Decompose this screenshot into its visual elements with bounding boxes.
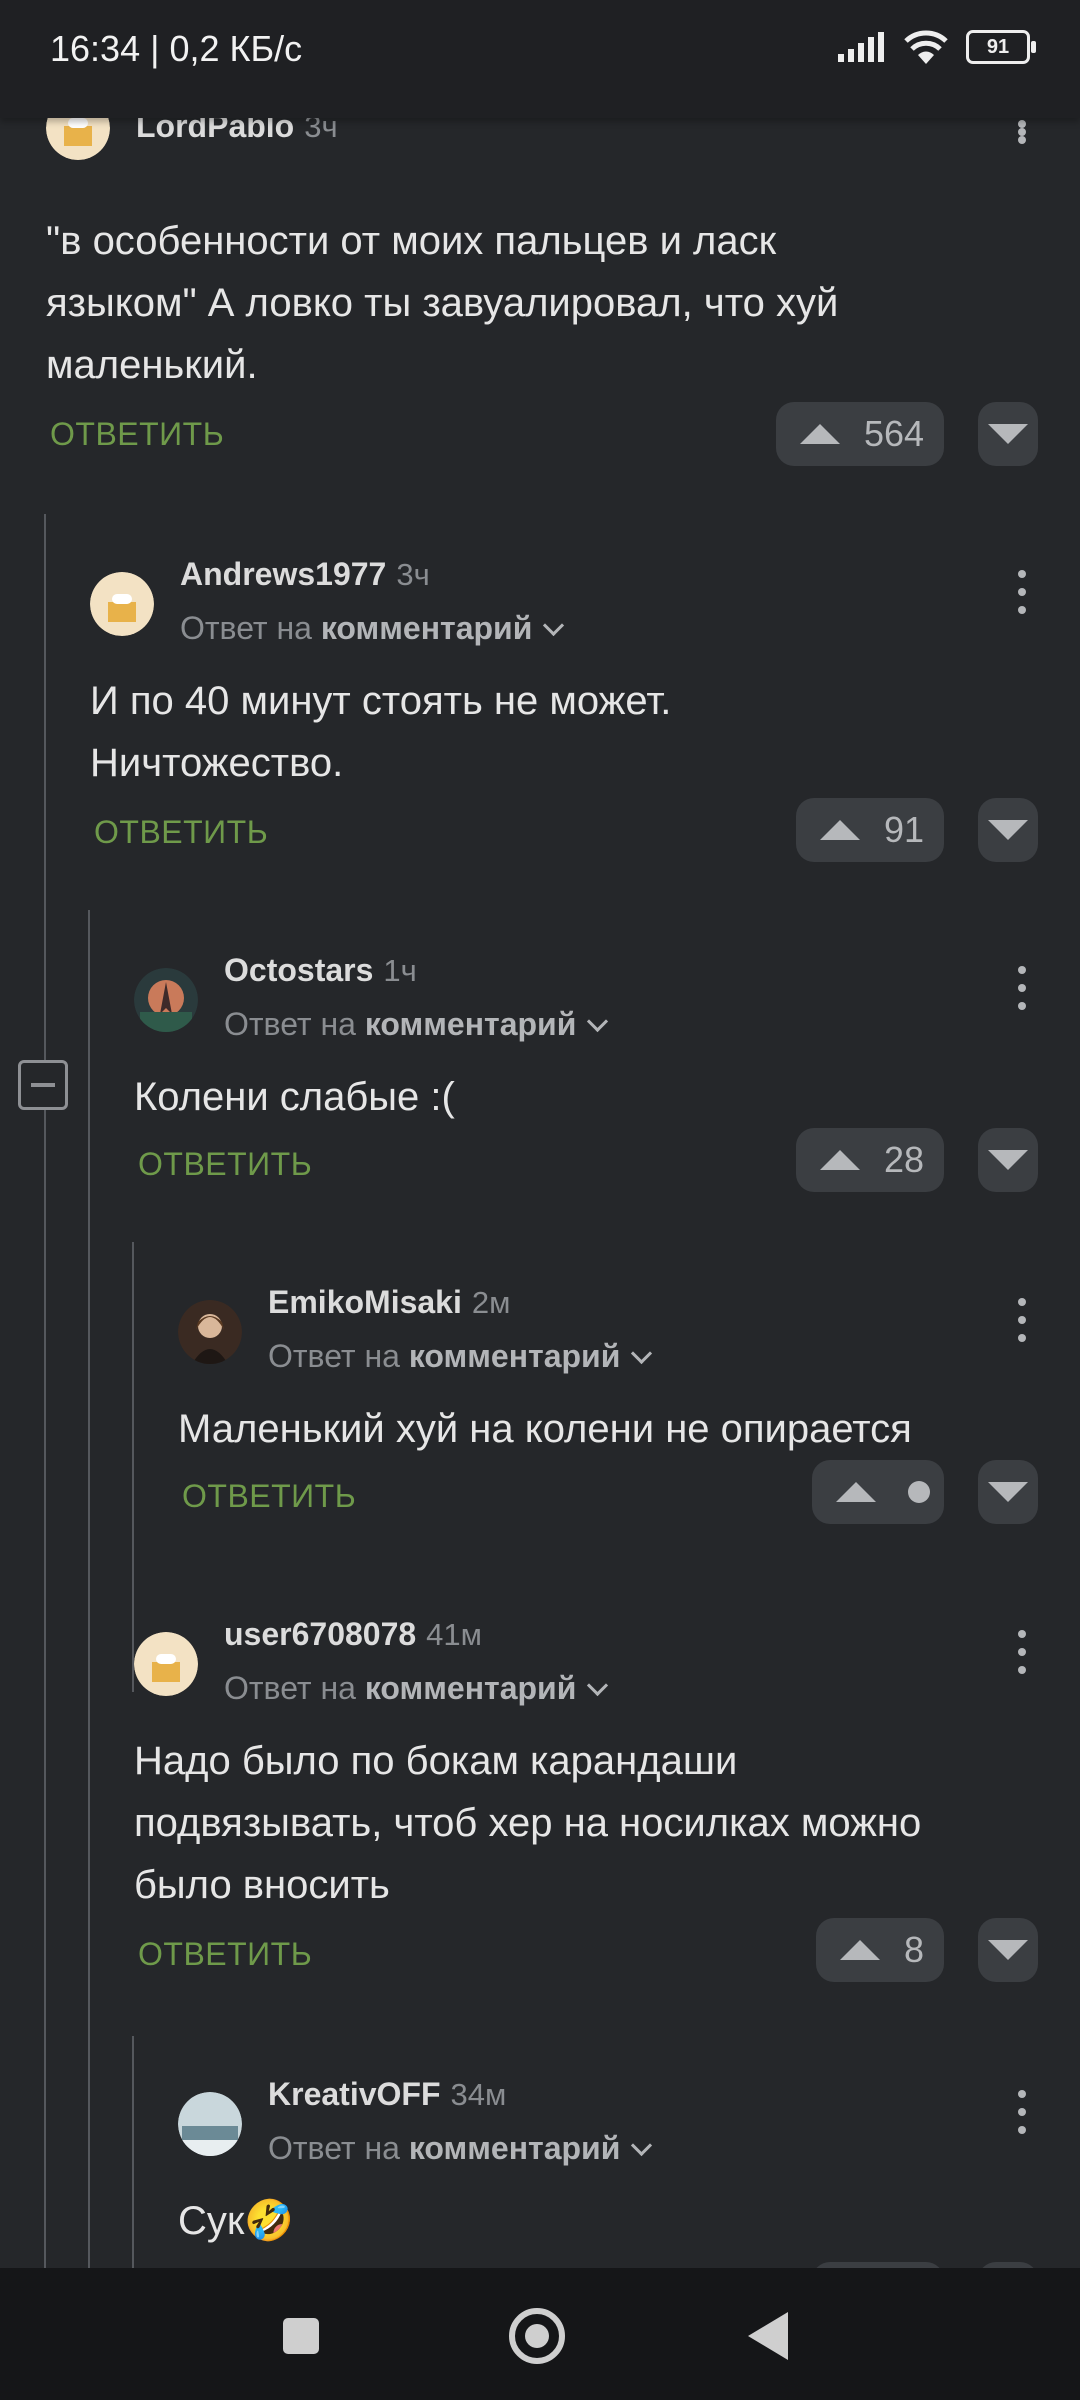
comment-text: "в особенности от моих пальцев и ласк яз…: [46, 219, 839, 387]
reply-button[interactable]: ОТВЕТИТЬ: [138, 1146, 312, 1183]
reply-button[interactable]: ОТВЕТИТЬ: [50, 416, 224, 453]
comment-text: Колени слабые :(: [134, 1075, 455, 1119]
upvote-icon: [820, 1150, 860, 1170]
status-time: 16:34 | 0,2 КБ/с: [50, 28, 303, 69]
status-icons: 91: [838, 30, 1036, 64]
upvote-icon: [840, 1940, 880, 1960]
downvote-button[interactable]: [978, 402, 1038, 466]
collapse-thread-icon[interactable]: [18, 1060, 68, 1110]
vote-count: 564: [864, 413, 925, 454]
comment-username[interactable]: LordPablo 3ч: [136, 118, 338, 145]
navigation-bar: [0, 2268, 1080, 2400]
avatar[interactable]: [178, 1300, 242, 1364]
upvote-button[interactable]: 8: [816, 1918, 944, 1982]
battery-icon: 91: [966, 30, 1036, 64]
downvote-button[interactable]: [978, 1918, 1038, 1982]
upvote-button[interactable]: 28: [796, 1128, 944, 1192]
back-icon[interactable]: [748, 2312, 788, 2360]
reply-to-link[interactable]: Ответ на комментарий: [180, 610, 565, 647]
comment-header: EmikoMisaki 2м Ответ на комментарий: [178, 1280, 1036, 1374]
upvote-icon: [800, 424, 840, 444]
chevron-down-icon: [587, 1674, 609, 1697]
comment-text: И по 40 минут стоять не может. Ничтожест…: [90, 679, 672, 785]
downvote-icon: [988, 1150, 1028, 1170]
status-bar: 16:34 | 0,2 КБ/с 91: [0, 0, 1080, 118]
recents-icon[interactable]: [283, 2318, 319, 2354]
thread-line-level-3b: [132, 2036, 134, 2268]
downvote-button[interactable]: [978, 798, 1038, 862]
more-vert-icon[interactable]: [1017, 966, 1027, 1010]
upvote-button[interactable]: 564: [776, 402, 944, 466]
comment-header: LordPablo 3ч: [46, 118, 1036, 160]
more-vert-icon[interactable]: [1017, 2090, 1027, 2134]
more-vert-icon[interactable]: [1017, 570, 1027, 614]
thread-line-level-2: [88, 910, 90, 2268]
wifi-icon: [904, 30, 948, 64]
comment-header: Octostars 1ч Ответ на комментарий: [134, 948, 1036, 1042]
comment-username[interactable]: EmikoMisaki 2м: [268, 1284, 510, 1321]
reply-button[interactable]: ОТВЕТИТЬ: [138, 1936, 312, 1973]
more-vert-icon[interactable]: [1017, 1298, 1027, 1342]
comment-header: Andrews1977 3ч Ответ на комментарий: [90, 552, 1036, 646]
upvote-icon: [820, 820, 860, 840]
vote-count: 28: [884, 1139, 925, 1180]
reply-to-link[interactable]: Ответ на комментарий: [268, 1338, 653, 1375]
comment-username[interactable]: Octostars 1ч: [224, 952, 417, 989]
downvote-icon: [988, 1482, 1028, 1502]
reply-button[interactable]: ОТВЕТИТЬ: [182, 1478, 356, 1515]
more-vert-icon[interactable]: [1017, 120, 1027, 144]
chevron-down-icon: [543, 614, 565, 637]
comment-text: Маленький хуй на колени не опирается: [178, 1407, 912, 1451]
reply-to-link[interactable]: Ответ на комментарий: [268, 2130, 653, 2167]
upvote-button[interactable]: 91: [796, 798, 944, 862]
comments-feed[interactable]: LordPablo 3ч "в особенности от моих пальц…: [0, 118, 1080, 2268]
chevron-down-icon: [631, 1342, 653, 1365]
avatar[interactable]: [90, 572, 154, 636]
comment-header: user6708078 41м Ответ на комментарий: [134, 1612, 1036, 1706]
comment-username[interactable]: KreativOFF 34м: [268, 2076, 506, 2113]
avatar[interactable]: [178, 2092, 242, 2156]
reply-button[interactable]: ОТВЕТИТЬ: [94, 814, 268, 851]
vote-count: 91: [884, 809, 925, 850]
downvote-button[interactable]: [978, 1128, 1038, 1192]
reply-to-link[interactable]: Ответ на комментарий: [224, 1670, 609, 1707]
chevron-down-icon: [631, 2134, 653, 2157]
downvote-icon: [988, 424, 1028, 444]
upvote-button[interactable]: [812, 1460, 944, 1524]
comment-text: Сук🤣: [178, 2199, 295, 2243]
comment-text: Надо было по бокам карандаши подвязывать…: [134, 1739, 922, 1907]
home-icon[interactable]: [509, 2308, 565, 2364]
avatar[interactable]: [134, 968, 198, 1032]
signal-icon: [838, 32, 884, 62]
avatar[interactable]: [46, 118, 110, 160]
downvote-icon: [988, 820, 1028, 840]
more-vert-icon[interactable]: [1017, 1630, 1027, 1674]
comment-header: KreativOFF 34м Ответ на комментарий: [178, 2072, 1036, 2166]
downvote-button[interactable]: [978, 1460, 1038, 1524]
upvote-icon: [836, 1482, 876, 1502]
thread-line-level-1: [44, 514, 46, 2268]
comment-username[interactable]: user6708078 41м: [224, 1616, 482, 1653]
vote-count: 8: [904, 1929, 925, 1970]
reply-to-link[interactable]: Ответ на комментарий: [224, 1006, 609, 1043]
vote-hidden-dot: [908, 1481, 930, 1503]
comment-username[interactable]: Andrews1977 3ч: [180, 556, 430, 593]
downvote-icon: [988, 1940, 1028, 1960]
avatar[interactable]: [134, 1632, 198, 1696]
chevron-down-icon: [587, 1010, 609, 1033]
